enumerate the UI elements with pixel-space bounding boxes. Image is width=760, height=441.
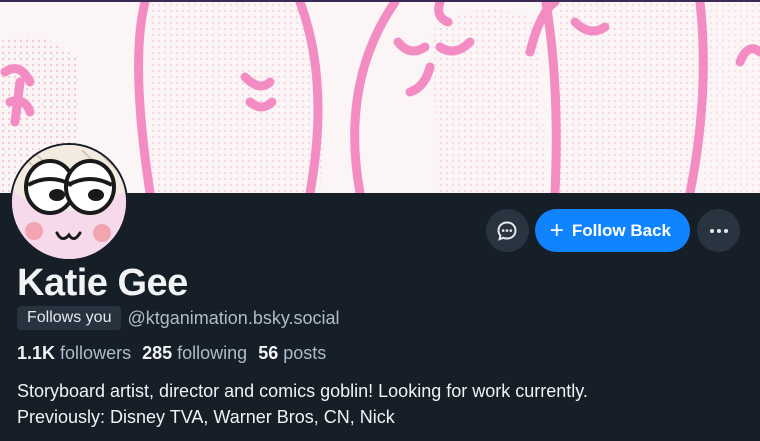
following-count: 285 xyxy=(142,343,173,363)
profile-stats: 1.1K followers 285 following 56 posts xyxy=(17,343,337,364)
follows-you-badge: Follows you xyxy=(17,306,122,330)
followers-label: followers xyxy=(60,343,132,363)
message-button[interactable] xyxy=(485,209,529,252)
chat-bubble-icon xyxy=(497,220,517,241)
profile-bio: Storyboard artist, director and comics g… xyxy=(17,378,737,430)
handle-row: Follows you @ktganimation.bsky.social xyxy=(17,306,340,330)
follow-back-button[interactable]: + Follow Back xyxy=(534,209,690,252)
followers-count: 1.1K xyxy=(17,343,56,363)
profile-actions: + Follow Back xyxy=(485,209,740,252)
posts-label: posts xyxy=(283,343,327,363)
bio-line: Storyboard artist, director and comics g… xyxy=(17,381,588,401)
bio-line: Previously: Disney TVA, Warner Bros, CN,… xyxy=(17,407,395,427)
profile-handle: @ktganimation.bsky.social xyxy=(127,307,340,328)
following-label: following xyxy=(177,343,248,363)
ellipsis-icon xyxy=(709,228,728,233)
follow-back-label: Follow Back xyxy=(571,220,671,240)
posts-count: 56 xyxy=(258,343,279,363)
posts-stat: 56 posts xyxy=(258,343,326,364)
more-options-button[interactable] xyxy=(697,209,740,252)
followers-stat[interactable]: 1.1K followers xyxy=(17,343,131,364)
display-name: Katie Gee xyxy=(17,262,188,304)
profile-avatar[interactable] xyxy=(10,143,128,261)
plus-icon: + xyxy=(549,216,564,244)
following-stat[interactable]: 285 following xyxy=(142,343,247,364)
